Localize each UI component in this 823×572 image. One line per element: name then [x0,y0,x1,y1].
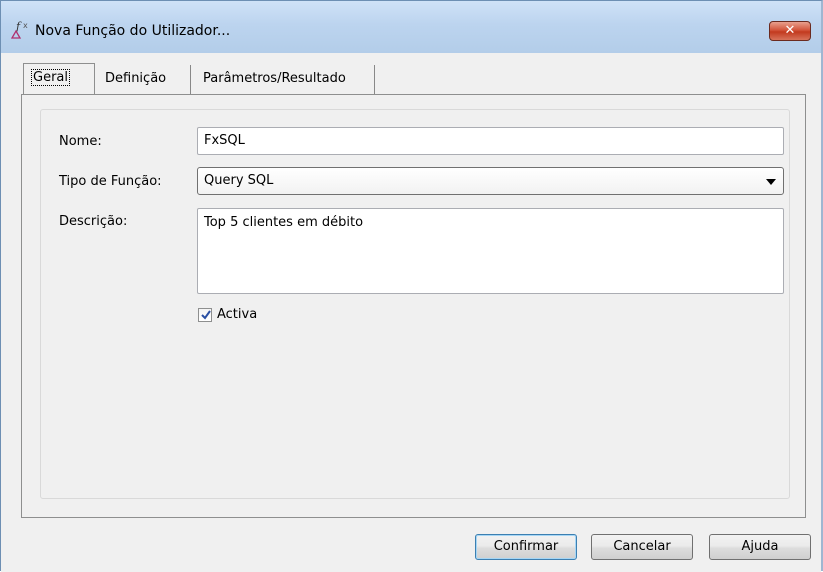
tab-parametros-label: Parâmetros/Resultado [203,71,346,86]
close-icon: ✕ [784,23,796,38]
nome-field[interactable]: FxSQL [197,127,784,155]
title-bar[interactable]: f x Nova Função do Utilizador... ✕ [1,1,821,53]
tipo-funcao-label: Tipo de Função: [59,174,162,189]
activa-checkbox[interactable] [198,308,212,322]
svg-text:x: x [23,21,28,30]
tab-geral-label: Geral [31,69,70,86]
cancelar-button[interactable]: Cancelar [591,534,693,560]
confirmar-button[interactable]: Confirmar [475,534,577,560]
nome-label: Nome: [59,134,102,149]
tab-panel-geral: Nome: FxSQL Tipo de Função: Query SQL De… [21,94,806,518]
button-bar: Confirmar Cancelar Ajuda [1,520,821,572]
checkmark-icon [201,310,211,320]
window-title: Nova Função do Utilizador... [35,23,231,39]
descricao-value: Top 5 clientes em débito [204,215,364,230]
descricao-label: Descrição: [59,214,128,229]
tab-definicao[interactable]: Definição [97,65,191,95]
tipo-funcao-value: Query SQL [204,173,274,188]
ajuda-button[interactable]: Ajuda [709,534,811,560]
chevron-down-icon [766,179,776,185]
close-button[interactable]: ✕ [769,21,811,41]
dialog-window: f x Nova Função do Utilizador... ✕ Geral… [0,0,823,572]
tab-definicao-label: Definição [105,71,167,86]
nome-value: FxSQL [204,133,245,148]
tipo-funcao-select[interactable]: Query SQL [197,167,784,195]
tab-geral[interactable]: Geral [23,63,95,95]
function-icon: f x [10,19,33,39]
tab-strip: Geral Definição Parâmetros/Resultado [23,63,801,95]
activa-label[interactable]: Activa [217,307,257,322]
tab-parametros-resultado[interactable]: Parâmetros/Resultado [195,65,375,95]
form-group: Nome: FxSQL Tipo de Função: Query SQL De… [40,109,790,499]
descricao-textarea[interactable]: Top 5 clientes em débito [197,208,784,294]
